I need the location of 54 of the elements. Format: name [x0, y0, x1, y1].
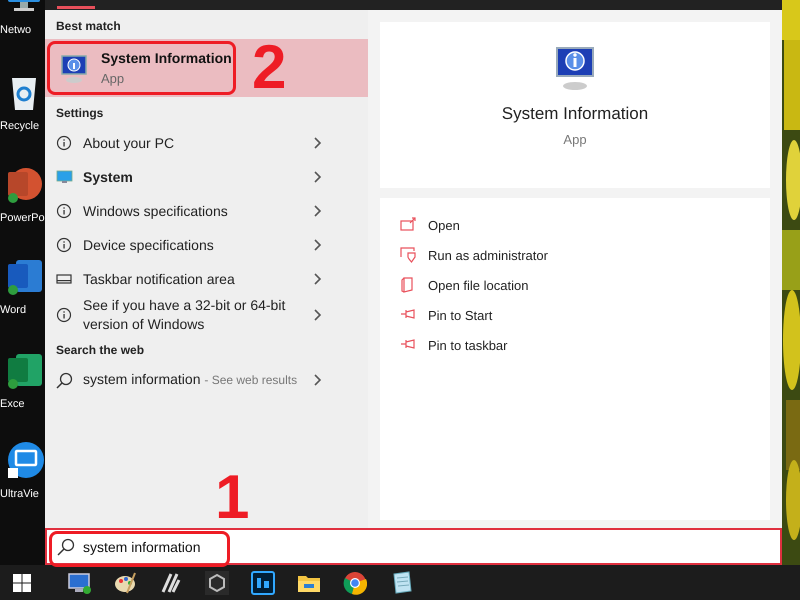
desktop-icon-label: Netwo: [0, 24, 32, 36]
start-button-icon[interactable]: [13, 574, 31, 592]
action-item[interactable]: Run as administrator: [400, 240, 770, 270]
desktop-icon-label: Word: [0, 304, 26, 316]
info-icon: [56, 237, 73, 253]
settings-item[interactable]: Windows specifications: [45, 194, 368, 228]
slashes-icon[interactable]: [159, 570, 183, 594]
chevron-icon: [313, 170, 322, 184]
action-item[interactable]: Open file location: [400, 270, 770, 300]
result-type: App: [101, 71, 126, 86]
section-heading: Best match: [55, 18, 122, 35]
palette-icon[interactable]: [113, 570, 137, 594]
result-title: System Information: [101, 50, 232, 66]
browser-icon[interactable]: [343, 570, 367, 594]
settings-item[interactable]: About your PC: [45, 126, 368, 160]
desktop-icon-label: Recycle: [0, 120, 40, 132]
web-results-hint: - See web results: [204, 373, 298, 387]
settings-item[interactable]: See if you have a 32-bit or 64-bit version of Windows: [45, 296, 368, 334]
search-icon: [56, 372, 73, 388]
action-item[interactable]: Pin to taskbar: [400, 330, 770, 360]
chevron-icon: [313, 136, 322, 150]
search-field[interactable]: system information: [83, 538, 220, 554]
image-editor-icon[interactable]: [251, 570, 275, 594]
section-heading: Settings: [55, 105, 104, 122]
info-icon: [56, 203, 73, 219]
info-icon: [56, 307, 73, 323]
best-match-item[interactable]: System Information App: [45, 39, 238, 97]
app-title: System Information: [502, 104, 648, 124]
app-type: App: [563, 132, 587, 147]
settings-item[interactable]: System: [45, 160, 368, 194]
web-result-item[interactable]: system information - See web results: [45, 363, 368, 397]
system-info-icon: [59, 53, 89, 83]
shield-icon: [400, 247, 416, 263]
chevron-icon: [313, 373, 322, 387]
desktop-icon-label: UltraVie: [0, 488, 39, 500]
chevron-icon: [313, 204, 322, 218]
action-item[interactable]: Pin to Start: [400, 300, 770, 330]
settings-item[interactable]: Device specifications: [45, 228, 368, 262]
step-number: 1: [215, 466, 250, 528]
info-icon: [56, 135, 73, 151]
desktop-icon-label: Exce: [0, 398, 24, 410]
chevron-icon: [313, 272, 322, 286]
desktop-icon-label: PowerPo: [0, 212, 45, 224]
monitor-icon[interactable]: [67, 570, 91, 594]
monitor-icon: [56, 169, 73, 185]
chevron-icon: [313, 308, 322, 322]
search-query: system information: [83, 371, 200, 387]
settings-item[interactable]: Taskbar notification area: [45, 262, 368, 296]
section-heading: Search the web: [55, 342, 146, 359]
action-item[interactable]: Open: [400, 210, 770, 240]
chevron-icon: [313, 238, 322, 252]
step-number: 2: [252, 37, 286, 99]
search-icon: [57, 538, 75, 556]
open-icon: [400, 217, 416, 233]
